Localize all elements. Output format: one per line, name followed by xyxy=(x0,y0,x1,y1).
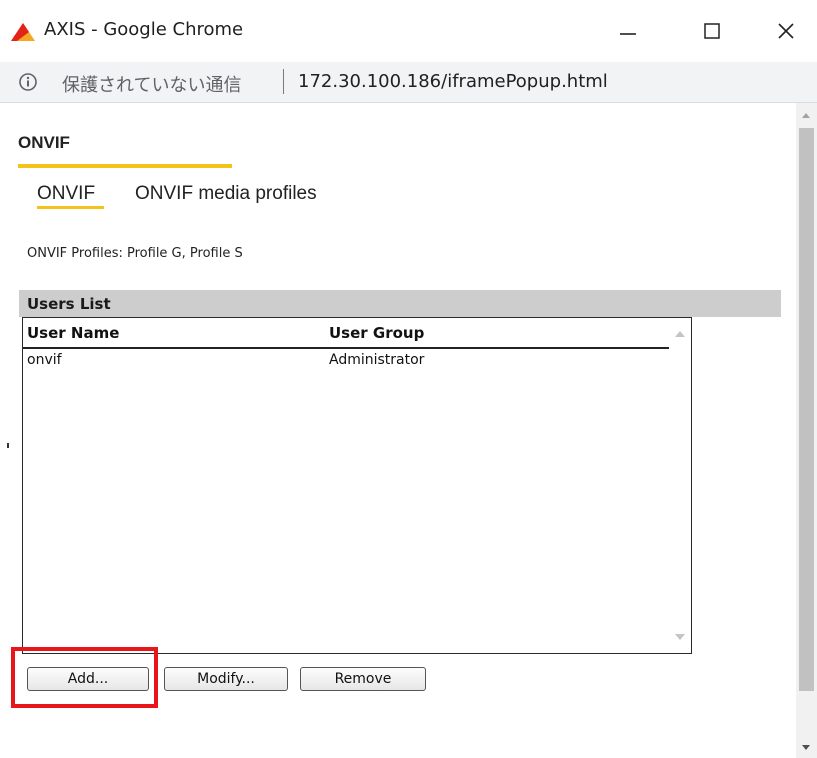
column-user-group: User Group xyxy=(329,324,425,342)
column-user-name: User Name xyxy=(27,324,120,342)
users-list-title: Users List xyxy=(27,295,111,313)
address-separator xyxy=(283,69,284,94)
table-row[interactable]: onvif Administrator xyxy=(23,349,669,371)
info-icon[interactable] xyxy=(18,72,38,92)
section-title: ONVIF xyxy=(18,133,70,152)
close-button[interactable] xyxy=(758,12,814,50)
remove-button[interactable]: Remove xyxy=(300,667,426,691)
onvif-profiles-text: ONVIF Profiles: Profile G, Profile S xyxy=(27,246,243,261)
axis-logo-icon xyxy=(11,23,35,41)
window-titlebar: AXIS - Google Chrome xyxy=(0,0,817,62)
minimize-icon xyxy=(620,33,636,35)
scroll-down-icon[interactable] xyxy=(802,745,810,750)
users-list-scrollbar[interactable] xyxy=(669,318,691,653)
users-list-column-header: User Name User Group xyxy=(23,318,669,349)
users-list-header: Users List xyxy=(19,290,781,317)
modify-button[interactable]: Modify... xyxy=(164,667,288,691)
scroll-up-icon[interactable] xyxy=(802,113,810,118)
window-title: AXIS - Google Chrome xyxy=(44,19,244,40)
minimize-button[interactable] xyxy=(600,12,656,50)
maximize-button[interactable] xyxy=(684,12,740,50)
highlight-box xyxy=(11,647,158,708)
users-list-box[interactable]: User Name User Group onvif Administrator xyxy=(22,317,692,654)
maximize-icon xyxy=(704,23,720,39)
page-content: ONVIF ONVIF ONVIF media profiles ONVIF P… xyxy=(0,103,796,758)
scrollbar-thumb[interactable] xyxy=(799,128,814,691)
tab-onvif[interactable]: ONVIF xyxy=(37,183,95,205)
scroll-down-icon[interactable] xyxy=(675,634,685,640)
security-status[interactable]: 保護されていない通信 xyxy=(62,71,241,97)
section-underline xyxy=(18,164,232,168)
address-bar[interactable]: 保護されていない通信 172.30.100.186/iframePopup.ht… xyxy=(0,62,817,103)
url-text[interactable]: 172.30.100.186/iframePopup.html xyxy=(298,71,608,92)
close-icon xyxy=(778,23,794,39)
stray-mark xyxy=(7,443,9,448)
tab-active-indicator xyxy=(37,206,104,209)
tab-onvif-media-profiles[interactable]: ONVIF media profiles xyxy=(135,183,317,205)
cell-user-name: onvif xyxy=(27,352,62,368)
cell-user-group: Administrator xyxy=(329,352,425,368)
page-scrollbar[interactable] xyxy=(796,103,817,758)
scroll-up-icon[interactable] xyxy=(675,331,685,337)
